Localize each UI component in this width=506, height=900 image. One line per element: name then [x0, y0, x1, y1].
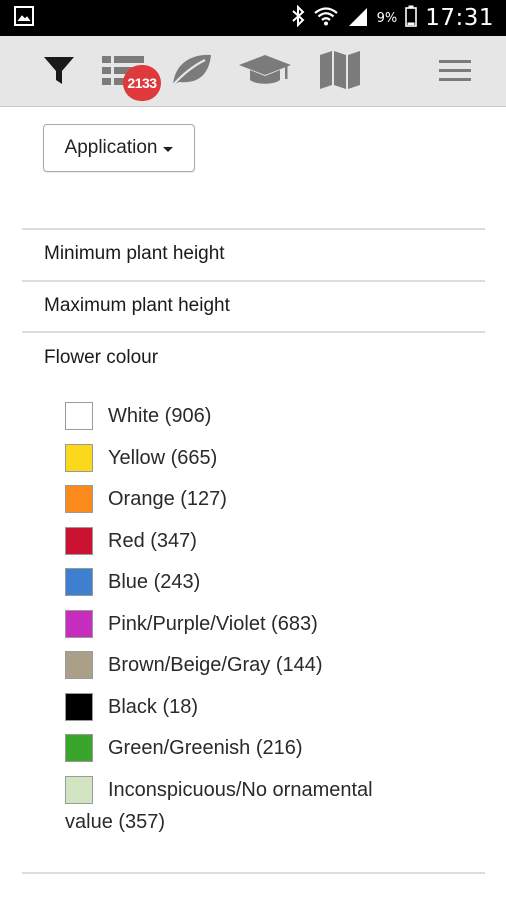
- white-swatch: [65, 402, 93, 430]
- application-dropdown[interactable]: Application: [43, 124, 195, 172]
- blue-swatch: [65, 568, 93, 596]
- black-swatch: [65, 693, 93, 721]
- graduation-cap-icon[interactable]: [238, 48, 292, 92]
- divider: [22, 872, 485, 874]
- clock: 17:31: [425, 5, 494, 31]
- colour-label: Yellow (665): [108, 447, 218, 469]
- colour-option-red[interactable]: Red (347): [65, 527, 197, 557]
- green-swatch: [65, 734, 93, 762]
- list-count-badge: 2133: [123, 65, 161, 101]
- yellow-swatch: [65, 444, 93, 472]
- colour-label: Brown/Beige/Gray (144): [108, 654, 323, 676]
- application-dropdown-label: Application: [64, 137, 158, 158]
- colour-option-green-greenish[interactable]: Green/Greenish (216): [65, 734, 303, 764]
- gallery-icon: [14, 5, 34, 31]
- orange-swatch: [65, 485, 93, 513]
- colour-option-yellow[interactable]: Yellow (665): [65, 444, 217, 474]
- signal-icon: [347, 5, 369, 32]
- section-minimum-plant-height[interactable]: Minimum plant height: [44, 243, 225, 265]
- section-maximum-plant-height[interactable]: Maximum plant height: [44, 295, 230, 317]
- colour-label: Green/Greenish (216): [108, 737, 303, 759]
- colour-option-inconspicuous[interactable]: Inconspicuous/No ornamental value (357): [65, 776, 465, 838]
- divider: [22, 280, 485, 282]
- colour-label: White (906): [108, 405, 212, 427]
- colour-option-brown-beige-gray[interactable]: Brown/Beige/Gray (144): [65, 651, 323, 681]
- colour-option-orange[interactable]: Orange (127): [65, 485, 227, 515]
- pink-swatch: [65, 610, 93, 638]
- battery-icon: [405, 5, 418, 32]
- colour-label: Inconspicuous/No ornamental: [108, 779, 373, 801]
- wifi-icon: [313, 5, 339, 32]
- colour-label: Red (347): [108, 530, 197, 552]
- colour-label: Blue (243): [108, 571, 201, 593]
- divider: [22, 228, 485, 230]
- menu-icon[interactable]: [438, 48, 472, 92]
- colour-label: Pink/Purple/Violet (683): [108, 613, 318, 635]
- colour-option-black[interactable]: Black (18): [65, 693, 198, 723]
- bluetooth-icon: [291, 4, 305, 32]
- caret-down-icon: [163, 146, 174, 152]
- divider: [22, 331, 485, 333]
- leaf-icon[interactable]: [168, 48, 214, 92]
- colour-option-white[interactable]: White (906): [65, 402, 211, 432]
- toolbar: 2133: [0, 36, 506, 107]
- colour-label: Orange (127): [108, 488, 227, 510]
- filter-icon[interactable]: [40, 48, 78, 92]
- section-flower-colour[interactable]: Flower colour: [44, 347, 158, 369]
- map-icon[interactable]: [318, 48, 362, 92]
- brown-swatch: [65, 651, 93, 679]
- status-bar: 9% 17:31: [0, 0, 506, 36]
- inconspicuous-swatch: [65, 776, 93, 804]
- colour-label-continuation: value (357): [65, 811, 166, 833]
- red-swatch: [65, 527, 93, 555]
- colour-option-pink-purple-violet[interactable]: Pink/Purple/Violet (683): [65, 610, 318, 640]
- colour-label: Black (18): [108, 696, 199, 718]
- battery-percent: 9%: [376, 10, 398, 26]
- colour-option-blue[interactable]: Blue (243): [65, 568, 200, 598]
